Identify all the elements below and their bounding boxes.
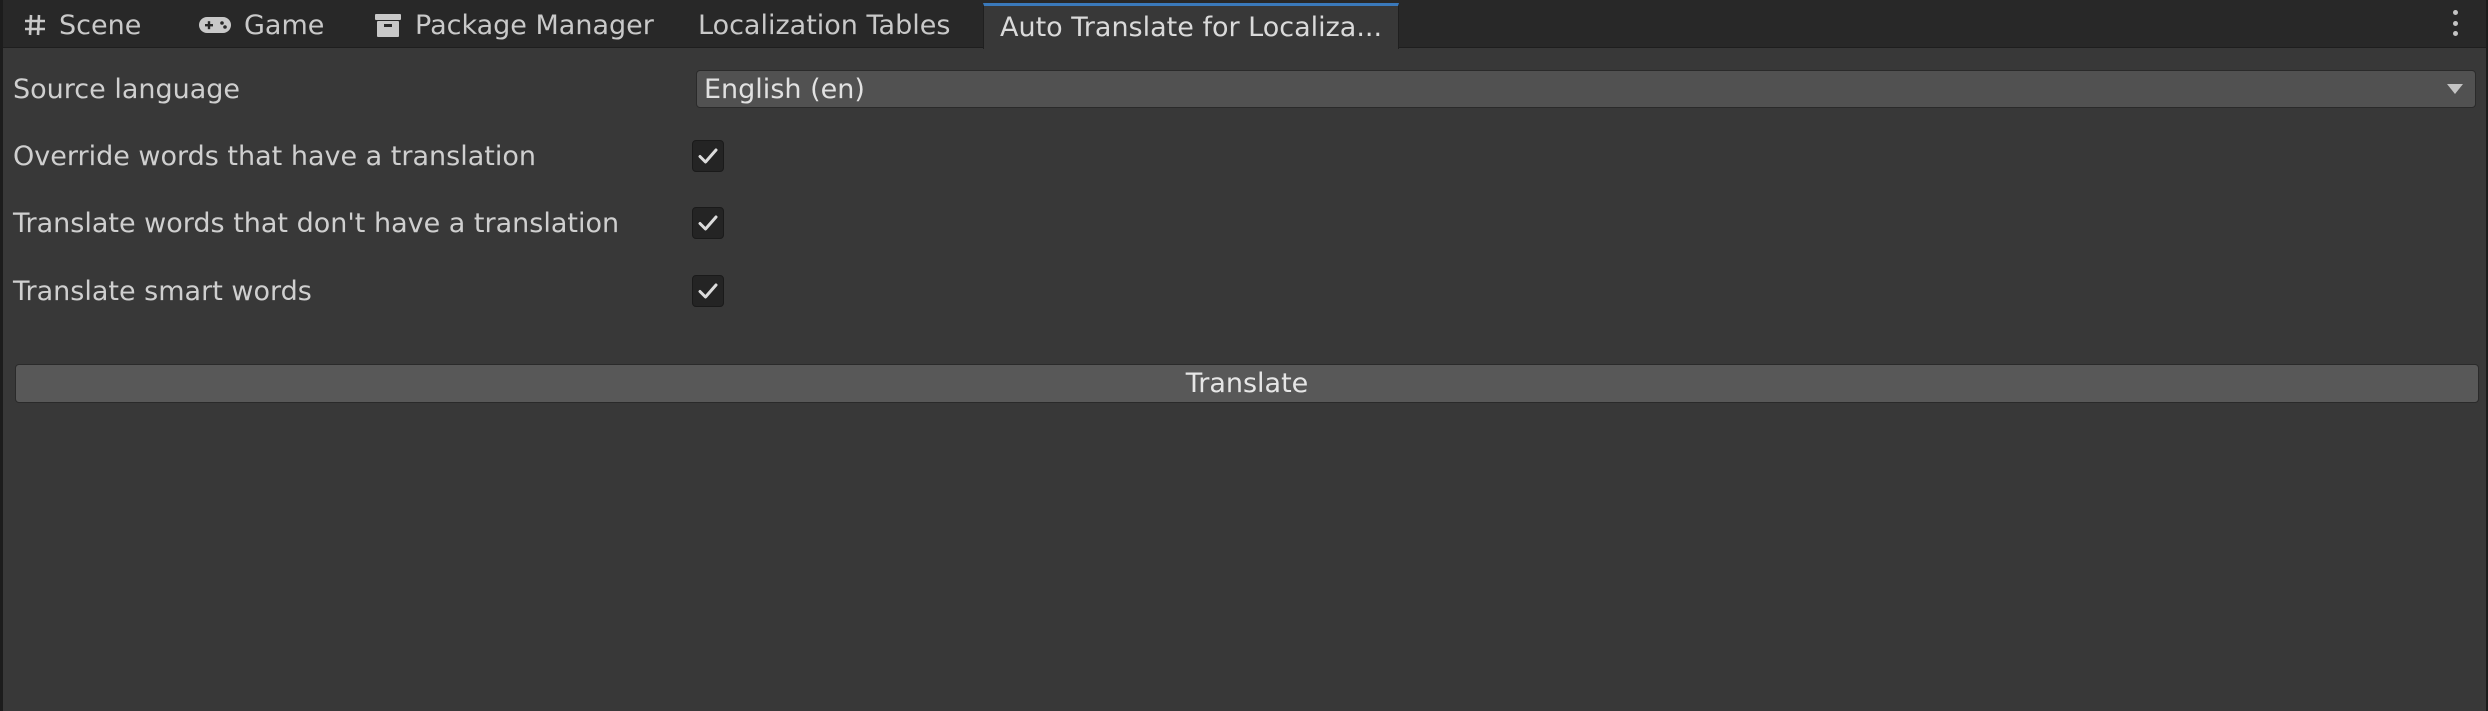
tab-label: Localization Tables <box>698 9 951 41</box>
chevron-down-icon <box>2447 84 2463 94</box>
override-words-checkbox[interactable] <box>692 140 724 172</box>
translate-smart-label: Translate smart words <box>13 275 312 307</box>
package-box-icon <box>373 10 403 40</box>
tab-localization-tables[interactable]: Localization Tables <box>698 3 950 47</box>
editor-window: Scene Game Package Manager Localization … <box>0 0 2488 711</box>
translate-button[interactable]: Translate <box>15 364 2479 403</box>
tab-label: Scene <box>59 9 142 41</box>
source-language-dropdown[interactable]: English (en) <box>696 70 2476 108</box>
override-words-label: Override words that have a translation <box>13 140 536 172</box>
tab-label: Auto Translate for Localiza... <box>1000 12 1383 43</box>
translate-missing-checkbox[interactable] <box>692 207 724 239</box>
tab-label: Package Manager <box>415 9 654 41</box>
hash-grid-icon <box>23 13 47 37</box>
kebab-menu-icon[interactable] <box>2450 10 2460 36</box>
gamepad-icon <box>198 15 232 35</box>
tab-package-manager[interactable]: Package Manager <box>373 3 654 47</box>
dropdown-value: English (en) <box>704 73 865 105</box>
checkmark-icon <box>698 215 718 231</box>
tab-game[interactable]: Game <box>198 3 324 47</box>
translate-smart-checkbox[interactable] <box>692 275 724 307</box>
source-language-label: Source language <box>13 73 241 105</box>
tab-label: Game <box>244 9 325 41</box>
checkmark-icon <box>698 283 718 299</box>
translate-missing-label: Translate words that don't have a transl… <box>13 207 620 239</box>
tab-auto-translate[interactable]: Auto Translate for Localiza... <box>983 3 1400 49</box>
tab-scene[interactable]: Scene <box>23 3 141 47</box>
checkmark-icon <box>698 148 718 164</box>
tab-bar: Scene Game Package Manager Localization … <box>3 0 2486 49</box>
